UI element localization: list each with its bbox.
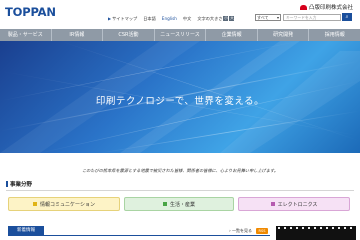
language-english-link[interactable]: English bbox=[162, 16, 177, 21]
corporate-name-text: 凸版印刷株式会社 bbox=[309, 5, 354, 11]
nav-item-company[interactable]: 企業情報 bbox=[206, 29, 258, 41]
corporate-name: 凸版印刷株式会社 bbox=[300, 3, 353, 11]
news-list-label: 一覧を見る bbox=[232, 228, 252, 233]
square-icon bbox=[162, 202, 167, 206]
business-heading-text: 事業分野 bbox=[10, 182, 33, 188]
nav-item-products[interactable]: 製品・サービス bbox=[0, 29, 52, 41]
business-heading: 事業分野 bbox=[6, 180, 32, 188]
arrow-right-icon: › bbox=[229, 228, 231, 233]
film-perforation bbox=[326, 227, 328, 229]
film-perforation bbox=[314, 227, 316, 229]
condolence-message: このたびの熊本県を震源とする地震で被災された皆様、関係者の皆様に、心よりお見舞い… bbox=[81, 168, 279, 173]
text-size-large-button[interactable]: 大 bbox=[229, 16, 235, 21]
business-tab-electronics[interactable]: エレクトロニクス bbox=[238, 197, 350, 211]
business-tab-label: 生活・産業 bbox=[169, 201, 195, 208]
hero-slogan: 印刷テクノロジーで、世界を変える。 bbox=[95, 96, 265, 107]
square-icon bbox=[33, 202, 38, 206]
arrow-right-icon: ▶ bbox=[108, 16, 112, 21]
toppan-logo[interactable]: TOPPAN bbox=[5, 5, 56, 19]
film-perforation bbox=[278, 227, 280, 229]
news-tab[interactable]: 新着情報 bbox=[8, 226, 44, 236]
film-strip-banner[interactable] bbox=[276, 226, 356, 240]
sitemap-link[interactable]: ▶ サイトマップ bbox=[108, 16, 137, 22]
film-perforation bbox=[284, 227, 286, 229]
hero-banner[interactable]: 印刷テクノロジーで、世界を変える。 bbox=[0, 41, 360, 153]
news-section: 新着情報 › 一覧を見る RSS bbox=[8, 226, 270, 236]
film-perforation bbox=[308, 227, 310, 229]
sitemap-label: サイトマップ bbox=[112, 15, 138, 21]
square-icon bbox=[270, 202, 275, 206]
film-perforation bbox=[296, 227, 298, 229]
nav-item-recruit[interactable]: 採用情報 bbox=[309, 29, 360, 41]
heading-bar-icon bbox=[6, 181, 8, 187]
search-scope-select[interactable]: すべて bbox=[255, 14, 281, 21]
film-perforation bbox=[290, 227, 292, 229]
text-size-small-button[interactable]: 小 bbox=[223, 16, 229, 21]
film-perforation bbox=[338, 227, 340, 229]
search-icon: ⌕ bbox=[345, 14, 349, 20]
search-button[interactable]: ⌕ bbox=[342, 13, 352, 21]
rss-button[interactable]: RSS bbox=[256, 228, 268, 234]
film-perforation bbox=[332, 227, 334, 229]
text-size-control: 文字の大きさ 小 大 bbox=[197, 15, 235, 22]
film-perforation bbox=[350, 227, 352, 229]
business-tab-label: 情報コミュニケーション bbox=[40, 201, 95, 208]
business-tab-information-communication[interactable]: 情報コミュニケーション bbox=[8, 197, 120, 211]
nav-item-research[interactable]: 研究開発 bbox=[258, 29, 310, 41]
business-divider bbox=[6, 190, 354, 191]
language-chinese-link[interactable]: 中文 bbox=[183, 16, 191, 22]
global-nav: 製品・サービス IR情報 CSR活動 ニュースリリース 企業情報 研究開発 採用… bbox=[0, 29, 360, 41]
film-perforation bbox=[320, 227, 322, 229]
film-perforation bbox=[344, 227, 346, 229]
nav-item-news-release[interactable]: ニュースリリース bbox=[155, 29, 207, 41]
language-japanese-link[interactable]: 日本語 bbox=[143, 16, 156, 22]
toppan-mark-icon bbox=[300, 4, 307, 10]
business-tab-living-industry[interactable]: 生活・産業 bbox=[124, 197, 234, 211]
film-perforation bbox=[302, 227, 304, 229]
nav-item-ir[interactable]: IR情報 bbox=[52, 29, 104, 41]
nav-item-csr[interactable]: CSR活動 bbox=[103, 29, 155, 41]
utility-links: ▶ サイトマップ 日本語 English 中文 文字の大きさ 小 大 bbox=[108, 15, 240, 22]
search-input[interactable]: キーワードを入力 bbox=[283, 14, 341, 21]
text-size-label: 文字の大きさ bbox=[197, 15, 223, 21]
news-list-link[interactable]: › 一覧を見る bbox=[229, 228, 252, 234]
business-tab-label: エレクトロニクス bbox=[277, 201, 318, 208]
